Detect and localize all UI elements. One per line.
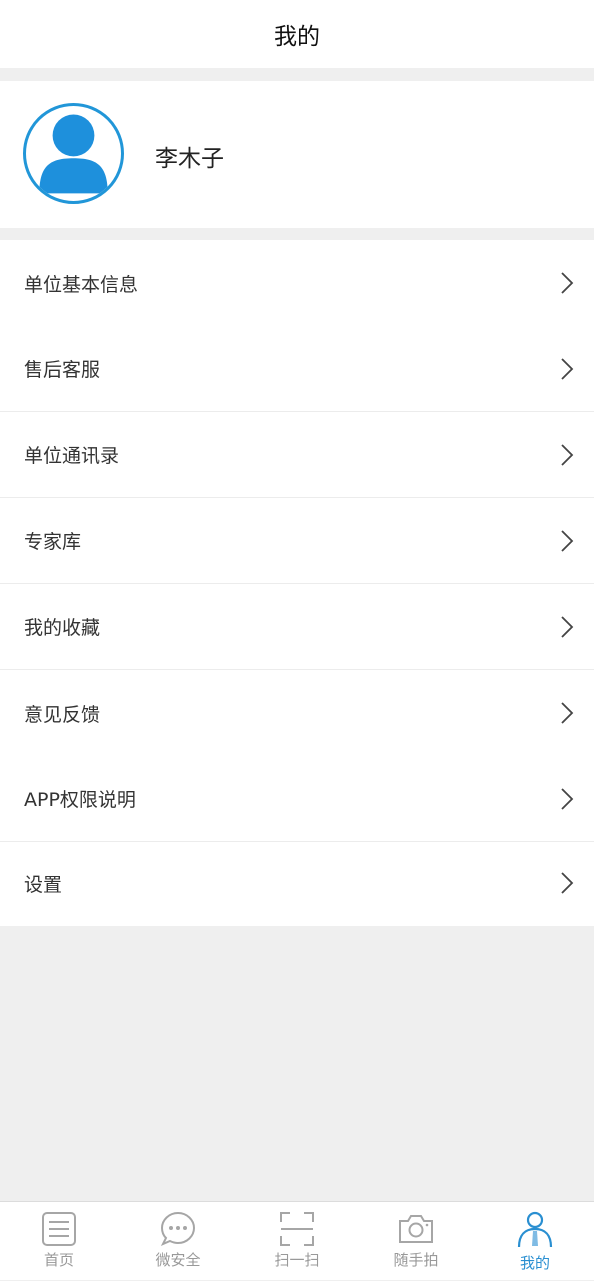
menu-item-label: 单位基本信息 [24, 273, 139, 296]
menu-item-feedback[interactable]: 意见反馈 [0, 670, 594, 756]
menu-item-label: 意见反馈 [24, 703, 101, 726]
tab-label: 微安全 [155, 1251, 201, 1269]
tab-label: 我的 [519, 1254, 550, 1272]
menu-list: 单位基本信息 售后客服 单位通讯录 专家库 我的收藏 意见反馈 APP权限说明 … [0, 240, 594, 926]
menu-item-settings[interactable]: 设置 [0, 840, 594, 926]
menu-item-unit-info[interactable]: 单位基本信息 [0, 240, 594, 326]
tab-scan[interactable]: 扫一扫 [238, 1202, 356, 1281]
profile-card[interactable]: 李木子 [0, 81, 594, 228]
home-list-icon [40, 1210, 78, 1248]
chevron-right-icon [560, 701, 574, 725]
menu-item-experts[interactable]: 专家库 [0, 498, 594, 584]
menu-item-label: APP权限说明 [24, 789, 136, 811]
camera-icon [397, 1210, 435, 1248]
menu-item-favorites[interactable]: 我的收藏 [0, 584, 594, 670]
user-avatar-icon[interactable] [23, 103, 124, 204]
chevron-right-icon [560, 871, 574, 895]
chat-bubble-icon [159, 1210, 197, 1248]
page-title: 我的 [274, 24, 320, 50]
chevron-right-icon [560, 529, 574, 553]
menu-item-label: 专家库 [24, 531, 82, 553]
menu-item-label: 设置 [24, 873, 63, 896]
bottom-tab-bar: 首页 微安全 扫一扫 随手拍 我的 [0, 1201, 594, 1280]
menu-item-label: 售后客服 [24, 359, 101, 381]
chevron-right-icon [560, 787, 574, 811]
chevron-right-icon [560, 443, 574, 467]
tab-snapshot[interactable]: 随手拍 [357, 1202, 475, 1281]
tab-label: 随手拍 [393, 1251, 439, 1269]
tab-mine[interactable]: 我的 [476, 1202, 594, 1281]
scan-icon [278, 1210, 316, 1248]
tab-micro-safety[interactable]: 微安全 [119, 1202, 237, 1281]
chevron-right-icon [560, 357, 574, 381]
tab-label: 扫一扫 [274, 1251, 320, 1269]
menu-item-contacts[interactable]: 单位通讯录 [0, 412, 594, 498]
menu-item-label: 单位通讯录 [24, 445, 120, 467]
top-header: 我的 [0, 0, 594, 68]
menu-item-label: 我的收藏 [24, 617, 101, 639]
menu-item-app-permissions[interactable]: APP权限说明 [0, 756, 594, 842]
chevron-right-icon [560, 615, 574, 639]
username: 李木子 [155, 146, 224, 172]
menu-item-after-sales[interactable]: 售后客服 [0, 326, 594, 412]
person-icon [516, 1210, 554, 1248]
tab-home[interactable]: 首页 [0, 1202, 118, 1281]
chevron-right-icon [560, 271, 574, 295]
tab-label: 首页 [43, 1251, 74, 1269]
